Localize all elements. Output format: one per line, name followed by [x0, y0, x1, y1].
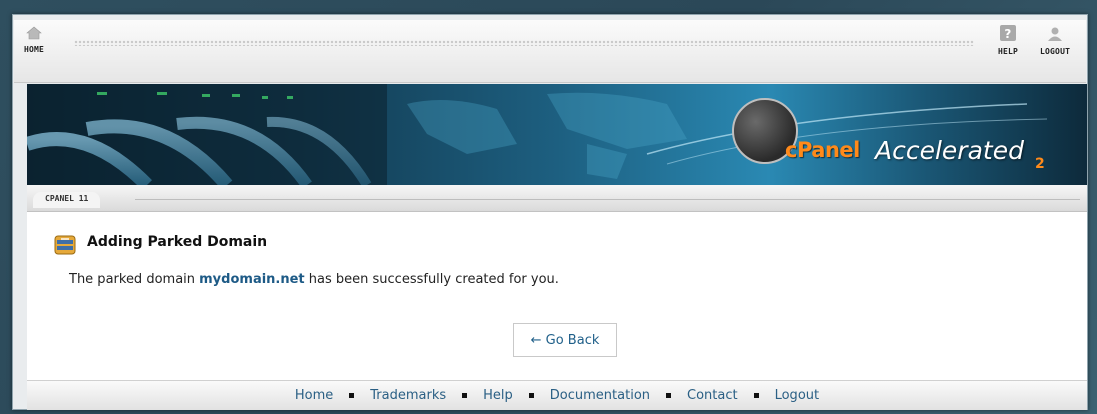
parked-domain-icon	[54, 235, 76, 255]
logout-label: LOGOUT	[1040, 47, 1071, 56]
toolbar-dotted-divider	[74, 40, 974, 46]
footer-link-trademarks[interactable]: Trademarks	[354, 388, 462, 403]
header-banner: cPanel Accelerated 2	[27, 84, 1087, 185]
help-nav[interactable]: ? HELP	[998, 24, 1018, 56]
go-back-button[interactable]: ← Go Back	[513, 323, 617, 357]
help-label: HELP	[998, 47, 1019, 56]
main-content: Adding Parked Domain The parked domain m…	[27, 212, 1087, 380]
message-text-after: has been successfully created for you.	[304, 272, 559, 287]
version-tab: CPANEL 11	[33, 192, 101, 208]
version-bar-divider	[135, 199, 1080, 200]
home-nav[interactable]: HOME	[24, 26, 44, 54]
logo-cpanel-text: cPanel	[785, 138, 860, 162]
top-toolbar: HOME ? HELP LOGOUT	[14, 20, 1086, 83]
message-text-before: The parked domain	[69, 272, 200, 287]
logo-accelerated-text: Accelerated	[875, 136, 1024, 165]
help-icon: ?	[1000, 25, 1017, 41]
footer-link-logout[interactable]: Logout	[759, 388, 836, 403]
home-label: HOME	[24, 45, 45, 54]
parked-domain-name: mydomain.net	[199, 272, 305, 287]
svg-text:?: ?	[1004, 27, 1011, 41]
footer-link-documentation[interactable]: Documentation	[534, 388, 666, 403]
page-title: Adding Parked Domain	[87, 234, 268, 250]
footer-link-help[interactable]: Help	[467, 388, 529, 403]
logout-nav[interactable]: LOGOUT	[1040, 26, 1070, 56]
home-icon	[26, 26, 42, 40]
footer-links: Home Trademarks Help Documentation Conta…	[27, 380, 1087, 410]
success-message: The parked domain mydomain.net has been …	[69, 272, 559, 287]
logo-version-number: 2	[1035, 156, 1045, 172]
logout-user-icon	[1048, 27, 1063, 41]
footer-link-contact[interactable]: Contact	[671, 388, 754, 403]
banner-network-graphic	[27, 84, 1048, 185]
footer-link-home[interactable]: Home	[279, 388, 349, 403]
